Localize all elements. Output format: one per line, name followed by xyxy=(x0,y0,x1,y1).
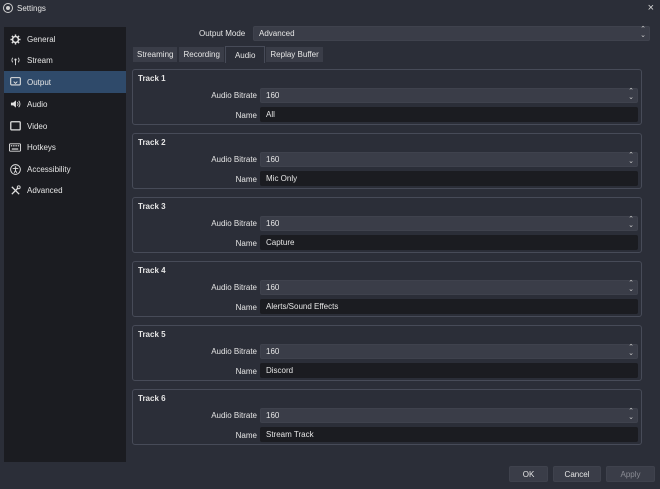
audio-tracks-panel: Track 1 Audio Bitrate 160 ⌃⌄ Name All Tr… xyxy=(130,64,642,452)
audio-bitrate-select[interactable]: 160 ⌃⌄ xyxy=(260,216,638,231)
tab-recording[interactable]: Recording xyxy=(178,46,224,63)
monitor-icon xyxy=(8,121,22,131)
track-group: Track 5 Audio Bitrate 160 ⌃⌄ Name Discor… xyxy=(132,325,642,381)
track-group: Track 4 Audio Bitrate 160 ⌃⌄ Name Alerts… xyxy=(132,261,642,317)
title-bar: Settings × xyxy=(0,0,660,18)
audio-bitrate-select[interactable]: 160 ⌃⌄ xyxy=(260,408,638,423)
sidebar-item-label: Audio xyxy=(27,100,47,109)
sidebar-item-label: Accessibility xyxy=(27,165,71,174)
close-icon[interactable]: × xyxy=(648,2,654,14)
audio-bitrate-select[interactable]: 160 ⌃⌄ xyxy=(260,344,638,359)
audio-bitrate-value: 160 xyxy=(266,347,279,356)
updown-arrows-icon: ⌃⌄ xyxy=(628,217,634,229)
updown-arrows-icon: ⌃⌄ xyxy=(628,281,634,293)
sidebar-item-advanced[interactable]: Advanced xyxy=(4,179,126,201)
tab-audio[interactable]: Audio xyxy=(225,46,265,63)
track-name-input[interactable]: Discord xyxy=(260,363,638,378)
track-title: Track 4 xyxy=(138,266,166,275)
name-label: Name xyxy=(236,175,257,184)
audio-bitrate-label: Audio Bitrate xyxy=(211,155,257,164)
track-name-value: Alerts/Sound Effects xyxy=(266,302,338,311)
name-label: Name xyxy=(236,239,257,248)
audio-bitrate-value: 160 xyxy=(266,283,279,292)
track-name-input[interactable]: Stream Track xyxy=(260,427,638,442)
track-name-input[interactable]: Capture xyxy=(260,235,638,250)
output-tabs: Streaming Recording Audio Replay Buffer xyxy=(132,46,324,64)
audio-bitrate-select[interactable]: 160 ⌃⌄ xyxy=(260,280,638,295)
sidebar-item-accessibility[interactable]: Accessibility xyxy=(4,158,126,180)
audio-bitrate-label: Audio Bitrate xyxy=(211,347,257,356)
audio-bitrate-value: 160 xyxy=(266,411,279,420)
track-group: Track 1 Audio Bitrate 160 ⌃⌄ Name All xyxy=(132,69,642,125)
track-group: Track 3 Audio Bitrate 160 ⌃⌄ Name Captur… xyxy=(132,197,642,253)
gear-icon xyxy=(8,34,22,45)
output-mode-value: Advanced xyxy=(259,29,295,38)
sidebar-item-label: General xyxy=(27,35,55,44)
ok-button[interactable]: OK xyxy=(509,466,548,482)
track-name-value: Stream Track xyxy=(266,430,314,439)
keyboard-icon xyxy=(8,143,22,152)
apply-button[interactable]: Apply xyxy=(606,466,655,482)
name-label: Name xyxy=(236,303,257,312)
tab-replay-buffer[interactable]: Replay Buffer xyxy=(265,46,323,63)
audio-bitrate-value: 160 xyxy=(266,91,279,100)
updown-arrows-icon: ⌃⌄ xyxy=(628,409,634,421)
antenna-icon xyxy=(8,55,22,66)
track-title: Track 2 xyxy=(138,138,166,147)
track-group: Track 6 Audio Bitrate 160 ⌃⌄ Name Stream… xyxy=(132,389,642,445)
audio-bitrate-select[interactable]: 160 ⌃⌄ xyxy=(260,152,638,167)
speaker-icon xyxy=(8,99,22,109)
audio-bitrate-label: Audio Bitrate xyxy=(211,219,257,228)
audio-bitrate-value: 160 xyxy=(266,155,279,164)
track-name-value: Discord xyxy=(266,366,293,375)
sidebar-item-label: Advanced xyxy=(27,186,63,195)
cancel-button[interactable]: Cancel xyxy=(553,466,601,482)
accessibility-icon xyxy=(8,164,22,175)
audio-bitrate-select[interactable]: 160 ⌃⌄ xyxy=(260,88,638,103)
track-title: Track 6 xyxy=(138,394,166,403)
sidebar-item-output[interactable]: Output xyxy=(4,71,126,93)
audio-bitrate-label: Audio Bitrate xyxy=(211,283,257,292)
output-mode-select[interactable]: Advanced ⌃⌄ xyxy=(253,26,650,41)
sidebar-item-hotkeys[interactable]: Hotkeys xyxy=(4,136,126,158)
name-label: Name xyxy=(236,431,257,440)
updown-arrows-icon: ⌃⌄ xyxy=(628,153,634,165)
track-name-input[interactable]: Alerts/Sound Effects xyxy=(260,299,638,314)
sidebar-item-general[interactable]: General xyxy=(4,28,126,50)
track-title: Track 5 xyxy=(138,330,166,339)
track-name-input[interactable]: Mic Only xyxy=(260,171,638,186)
updown-arrows-icon: ⌃⌄ xyxy=(628,345,634,357)
track-name-value: Capture xyxy=(266,238,294,247)
track-name-input[interactable]: All xyxy=(260,107,638,122)
name-label: Name xyxy=(236,367,257,376)
track-title: Track 1 xyxy=(138,74,166,83)
sidebar-item-label: Output xyxy=(27,78,51,87)
sidebar-item-stream[interactable]: Stream xyxy=(4,49,126,71)
track-title: Track 3 xyxy=(138,202,166,211)
audio-bitrate-value: 160 xyxy=(266,219,279,228)
audio-bitrate-label: Audio Bitrate xyxy=(211,91,257,100)
sidebar-item-label: Hotkeys xyxy=(27,143,56,152)
sidebar-item-label: Video xyxy=(27,122,47,131)
audio-bitrate-label: Audio Bitrate xyxy=(211,411,257,420)
sidebar-item-label: Stream xyxy=(27,56,53,65)
tab-streaming[interactable]: Streaming xyxy=(132,46,178,63)
tools-icon xyxy=(8,185,22,196)
sidebar-item-video[interactable]: Video xyxy=(4,115,126,137)
track-name-value: All xyxy=(266,110,275,119)
track-group: Track 2 Audio Bitrate 160 ⌃⌄ Name Mic On… xyxy=(132,133,642,189)
updown-arrows-icon: ⌃⌄ xyxy=(628,89,634,101)
window-title: Settings xyxy=(17,4,46,13)
settings-sidebar: General Stream Output Audio Video Hotkey… xyxy=(4,27,126,462)
output-mode-label: Output Mode xyxy=(199,29,245,38)
updown-arrows-icon: ⌃⌄ xyxy=(640,27,646,39)
sidebar-item-audio[interactable]: Audio xyxy=(4,93,126,115)
obs-logo-icon xyxy=(3,3,13,13)
name-label: Name xyxy=(236,111,257,120)
output-icon xyxy=(8,77,22,87)
track-name-value: Mic Only xyxy=(266,174,297,183)
